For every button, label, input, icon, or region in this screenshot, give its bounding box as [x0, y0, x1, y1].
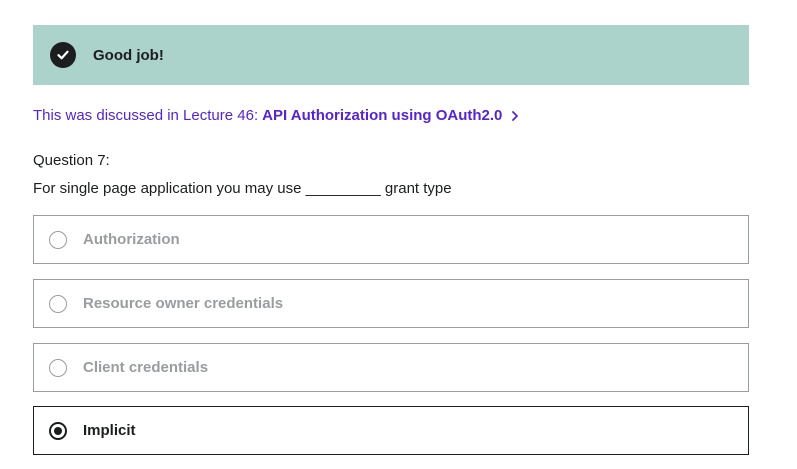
answer-label: Implicit — [83, 422, 136, 439]
answer-option-authorization[interactable]: Authorization — [33, 215, 749, 264]
lecture-reference-prefix: This was discussed in Lecture 46: — [33, 107, 259, 124]
result-banner: Good job! — [33, 25, 749, 85]
answer-label: Resource owner credentials — [83, 295, 284, 312]
radio-button[interactable] — [49, 358, 67, 377]
radio-button[interactable] — [49, 294, 67, 313]
radio-button-selected[interactable] — [49, 421, 67, 440]
answer-option-implicit[interactable]: Implicit — [33, 406, 749, 455]
radio-button[interactable] — [49, 230, 67, 249]
answer-option-client-credentials[interactable]: Client credentials — [33, 343, 749, 392]
result-banner-text: Good job! — [93, 46, 164, 64]
chevron-right-icon — [511, 110, 519, 122]
radio-dot — [54, 426, 62, 435]
question-number: Question 7: — [33, 152, 110, 169]
answer-label: Authorization — [83, 231, 180, 248]
answer-label: Client credentials — [83, 359, 209, 376]
lecture-reference-title[interactable]: API Authorization using OAuth2.0 — [262, 107, 502, 124]
question-text: For single page application you may use … — [33, 180, 452, 197]
lecture-reference-link[interactable]: This was discussed in Lecture 46: API Au… — [33, 107, 519, 124]
answer-option-resource-owner-credentials[interactable]: Resource owner credentials — [33, 279, 749, 328]
check-circle-icon — [50, 42, 76, 68]
